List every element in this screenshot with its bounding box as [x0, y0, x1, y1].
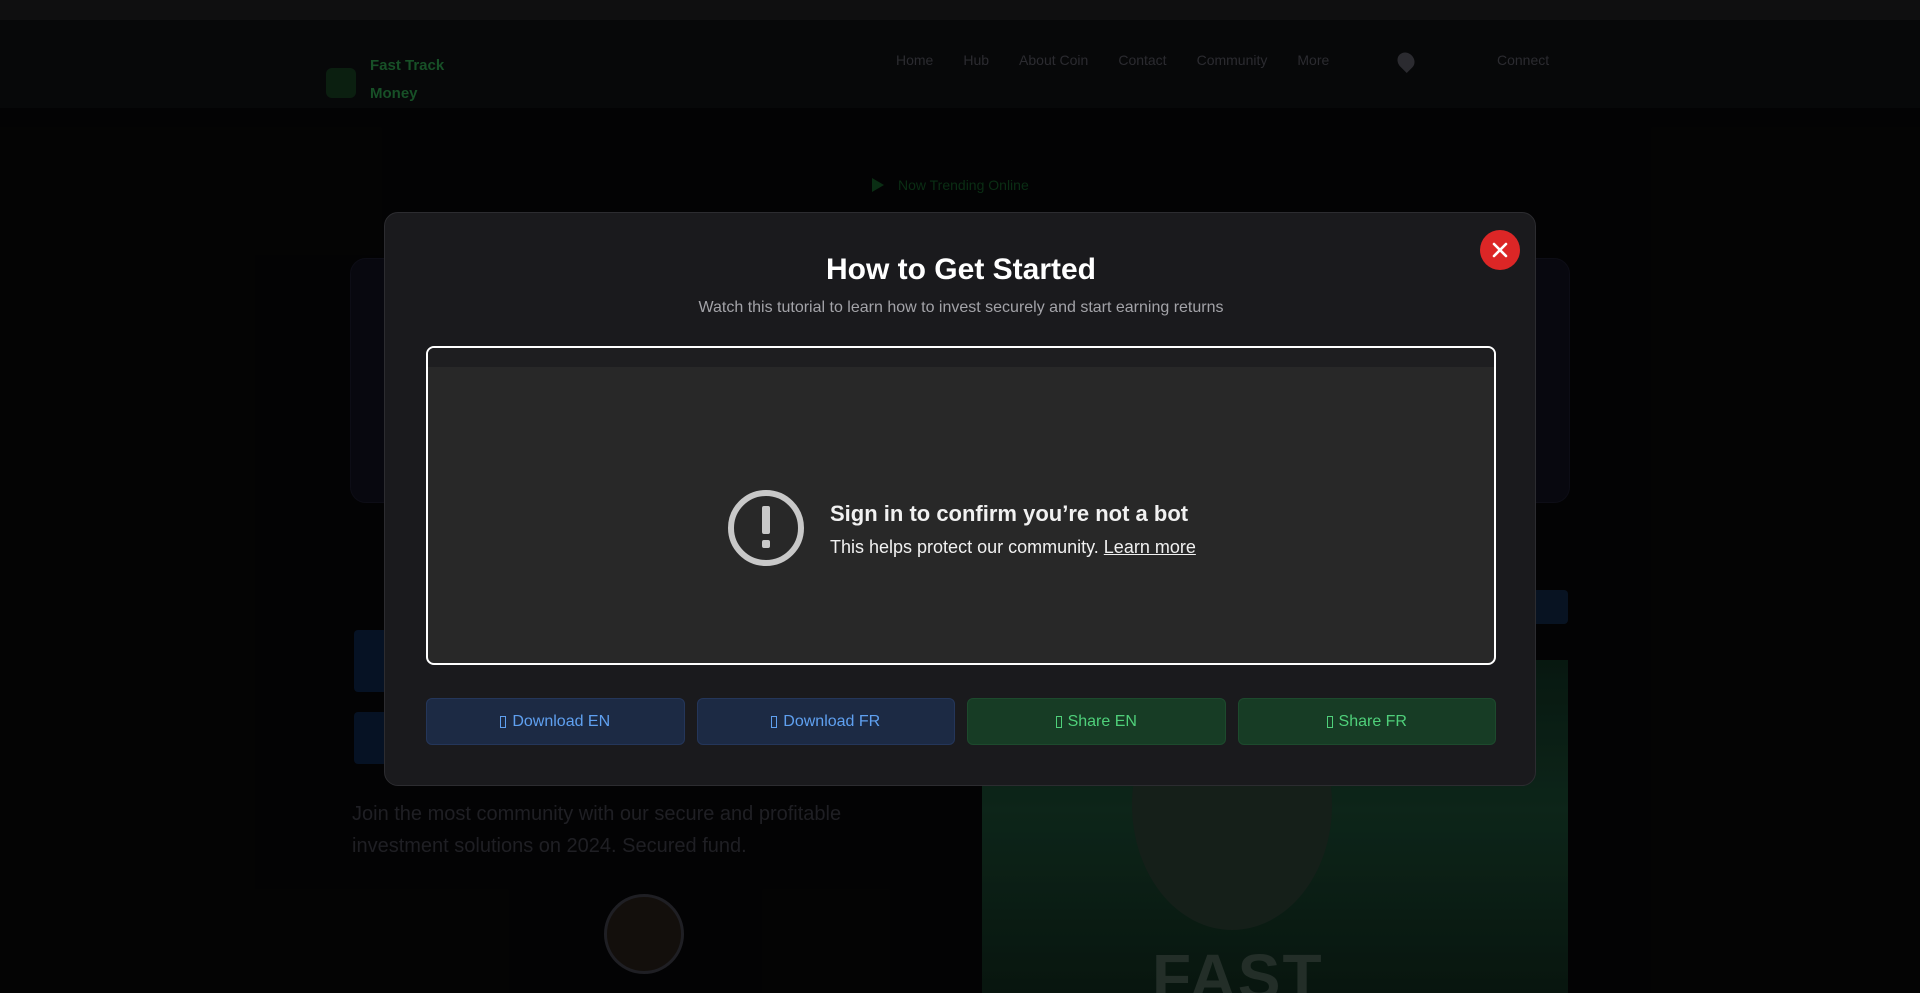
video-player[interactable]: Sign in to confirm you’re not a bot This… — [426, 346, 1496, 665]
share-fr-label: Share FR — [1338, 712, 1407, 730]
share-en-label: Share EN — [1067, 712, 1137, 730]
learn-more-link[interactable]: Learn more — [1104, 537, 1196, 557]
download-en-button[interactable]: Download EN — [426, 698, 685, 745]
modal-title: How to Get Started — [825, 253, 1096, 286]
action-buttons: Download EN Download FR Share EN Share F… — [426, 698, 1496, 745]
bot-check-message: Sign in to confirm you’re not a bot This… — [728, 488, 1196, 568]
share-icon — [1326, 715, 1333, 728]
tutorial-modal: How to Get Started Watch this tutorial t… — [384, 212, 1536, 786]
download-icon — [771, 715, 778, 728]
download-icon — [500, 715, 507, 728]
bot-check-text: This helps protect our community. — [830, 536, 1099, 557]
download-fr-label: Download FR — [783, 712, 881, 730]
share-icon — [1055, 715, 1062, 728]
share-fr-button[interactable]: Share FR — [1237, 698, 1496, 745]
video-top-bar — [428, 348, 1494, 367]
download-fr-button[interactable]: Download FR — [696, 698, 955, 745]
download-en-label: Download EN — [512, 712, 611, 730]
share-en-button[interactable]: Share EN — [967, 698, 1226, 745]
bot-check-line: This helps protect our community. Learn … — [830, 537, 1196, 558]
bot-check-heading: Sign in to confirm you’re not a bot — [830, 500, 1189, 526]
alert-circle-icon — [728, 490, 804, 566]
modal-subtitle: Watch this tutorial to learn how to inve… — [698, 299, 1224, 316]
